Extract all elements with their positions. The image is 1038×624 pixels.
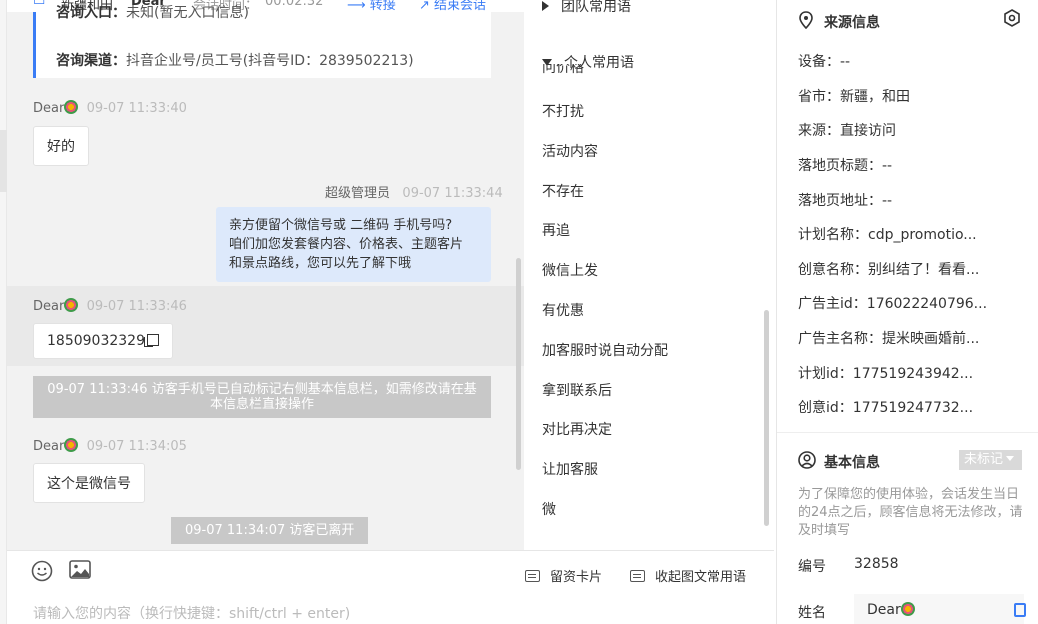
visitor-message: 好的 [33,126,89,166]
creative-name: 创意名称：别纠结了！看看... [798,262,980,278]
image-icon[interactable] [69,560,91,580]
quick-phrases-panel: 团队常用语 个人常用语 问价格 不打扰 活动内容 不存在 再追 微信上发 有优惠… [524,0,774,550]
location-pin-icon [799,11,813,29]
number-value: 32858 [854,556,899,572]
left-gutter [0,0,7,624]
chat-panel[interactable]: ▭ 新疆和田 Dear 会话时间： 00:02:32 ⟶ 转接 ↗ 结束会话 咨… [7,0,524,550]
phrase-item[interactable]: 不存在 [542,181,584,201]
visitor-info-panel: 来源信息 设备：-- 省市：新疆，和田 来源：直接访问 落地页标题：-- 落地页… [776,0,1038,624]
phrase-item[interactable]: 让加客服 [542,459,598,479]
phrase-item[interactable]: 拿到联系后 [542,380,612,400]
copy-icon[interactable] [143,334,159,347]
collapse-phrases-button[interactable]: 收起图文常用语 [630,566,746,585]
document-icon[interactable] [1014,603,1026,617]
message-meta: Dear 09-07 11:33:40 [33,100,187,116]
phrases-scrollbar[interactable] [764,310,769,526]
name-label: 姓名 [798,605,826,621]
phrase-item[interactable]: 不打扰 [542,101,584,121]
phrase-item[interactable]: 微 [542,499,556,519]
phrase-item[interactable]: 问价格 [542,64,602,75]
source-origin: 来源：直接访问 [798,123,896,139]
advertiser-id: 广告主id：176022240796... [798,296,988,312]
source-info-title: 来源信息 [824,15,880,31]
phrase-item[interactable]: 对比再决定 [542,419,612,439]
chat-workspace: ▭ 新疆和田 Dear 会话时间： 00:02:32 ⟶ 转接 ↗ 结束会话 咨… [0,0,1038,624]
entry-row: 咨询入口：未知(暂无入口信息) [56,5,249,21]
divider [777,432,1038,433]
message-input[interactable]: 请输入您的内容（换行快捷键：shift/ctrl + enter) [33,603,350,623]
agent-message: 亲方便留个微信号或 二维码 手机号吗? 咱们加您发套餐内容、价格表、主题客片 和景点… [216,207,491,282]
source-city: 省市：新疆，和田 [798,89,910,105]
session-time: 00:02:32 [265,0,324,9]
message-meta: Dear 09-07 11:34:05 [33,438,187,454]
landing-url: 落地页地址：-- [798,193,893,209]
phrase-item[interactable]: 微信上发 [542,260,598,280]
system-notice: 09-07 11:34:07 访客已离开 [171,517,369,544]
visitor-message: 这个是微信号 [33,463,145,503]
phrase-item[interactable]: 活动内容 [542,141,598,161]
plan-name: 计划名称：cdp_promotio... [798,227,977,243]
edit-deadline-note: 为了保障您的使用体验，会话发生当日的24点之后，顾客信息将无法修改，请及时填写 [798,487,1023,538]
team-phrases-group[interactable]: 团队常用语 [542,0,631,16]
message-input-area: 留资卡片 收起图文常用语 请输入您的内容（换行快捷键：shift/ctrl + … [7,550,774,624]
landing-title: 落地页标题：-- [798,158,893,174]
monitor-icon: ▭ [33,0,46,9]
phrase-item[interactable]: 再追 [542,220,570,240]
caret-right-icon [542,1,549,11]
card-icon [630,570,645,582]
basic-info-title: 基本信息 [824,455,880,471]
name-field[interactable]: Dear [854,594,1026,624]
user-circle-icon [798,451,816,469]
lead-card-button[interactable]: 留资卡片 [525,566,602,585]
flower-emoji-icon [64,298,79,312]
source-device: 设备：-- [798,54,851,70]
emoji-icon[interactable] [31,560,53,582]
phrase-item[interactable]: 加客服时说自动分配 [542,340,668,360]
consult-info-card: 咨询入口：未知(暂无入口信息) 咨询渠道：抖音企业号/员工号(抖音号ID：283… [33,5,491,78]
channel-row: 咨询渠道：抖音企业号/员工号(抖音号ID：2839502213) [56,53,414,69]
flower-emoji-icon [64,100,79,114]
tag-dropdown[interactable]: 未标记 [959,450,1022,470]
chevron-down-icon [1006,456,1015,461]
chat-scrollbar[interactable] [516,258,521,470]
collapse-handle[interactable] [0,130,7,192]
flower-emoji-icon [64,438,79,452]
message-meta: Dear 09-07 11:33:46 [33,298,187,314]
visitor-message: 18509032329 [33,323,173,359]
phrase-item[interactable]: 有优惠 [542,300,584,320]
card-icon [525,570,540,582]
number-label: 编号 [798,559,826,575]
system-notice: 09-07 11:33:46 访客手机号已自动标记右侧基本信息栏，如需修改请在基… [33,376,491,418]
advertiser-name: 广告主名称：提米映画婚前... [798,331,980,347]
creative-id: 创意id：177519247732... [798,400,974,416]
flower-emoji-icon [900,602,915,616]
plan-id: 计划id：177519243942... [798,366,974,382]
settings-icon[interactable] [1003,9,1021,27]
message-meta: 超级管理员 09-07 11:33:44 [325,186,503,201]
